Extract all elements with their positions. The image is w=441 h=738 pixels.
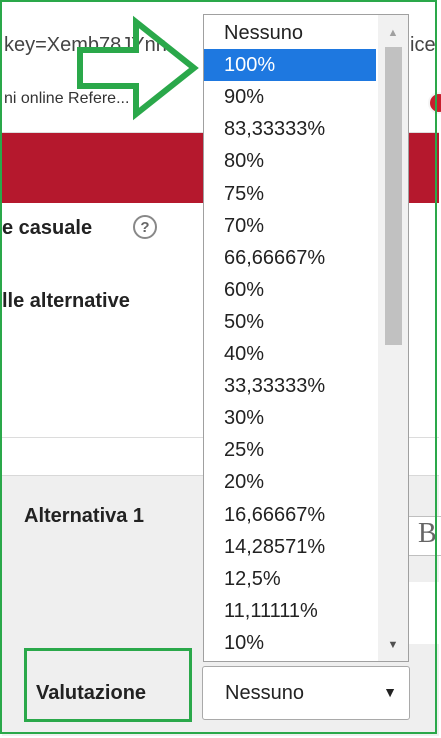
alternatives-label: lle alternative xyxy=(2,290,130,312)
dropdown-option[interactable]: 75% xyxy=(204,178,376,210)
help-icon[interactable]: ? xyxy=(133,215,157,239)
dropdown-option[interactable]: 83,33333% xyxy=(204,113,376,145)
dropdown-option[interactable]: 14,28571% xyxy=(204,531,376,563)
valutazione-label: Valutazione xyxy=(36,682,147,704)
dropdown-option[interactable]: 60% xyxy=(204,274,376,306)
dropdown-option[interactable]: 33,33333% xyxy=(204,370,376,402)
valutazione-select[interactable]: Nessuno ▼ xyxy=(202,666,410,720)
dropdown-option[interactable]: 50% xyxy=(204,306,376,338)
dropdown-option[interactable]: Nessuno xyxy=(204,17,376,49)
green-annotation-arrow-icon xyxy=(77,15,199,121)
scroll-up-icon[interactable]: ▲ xyxy=(378,23,408,43)
url-text-end: ice xyxy=(410,34,436,56)
dropdown-arrow-icon: ▼ xyxy=(383,684,397,700)
dropdown-option[interactable]: 25% xyxy=(204,434,376,466)
dropdown-option[interactable]: 20% xyxy=(204,466,376,498)
scrollbar-thumb[interactable] xyxy=(385,47,402,345)
scrollbar[interactable]: ▲ ▼ xyxy=(378,15,408,661)
dropdown-option[interactable]: 12,5% xyxy=(204,563,376,595)
bookmark-favicon-icon[interactable] xyxy=(428,92,441,114)
select-value: Nessuno xyxy=(225,682,304,704)
dropdown-option[interactable]: 90% xyxy=(204,81,376,113)
dropdown-option[interactable]: 100% xyxy=(204,49,376,82)
dropdown-option[interactable]: 80% xyxy=(204,145,376,177)
dropdown-option[interactable]: 10% xyxy=(204,627,376,659)
alternative-label: Alternativa 1 xyxy=(24,505,145,527)
dropdown-option[interactable]: 30% xyxy=(204,402,376,434)
dropdown-option[interactable]: 40% xyxy=(204,338,376,370)
bold-button[interactable]: B xyxy=(418,518,437,550)
dropdown-option[interactable]: 70% xyxy=(204,210,376,242)
random-order-label: e casuale xyxy=(2,217,93,239)
scroll-down-icon[interactable]: ▼ xyxy=(378,635,408,655)
valutazione-dropdown-list[interactable]: ▲ ▼ Nessuno 100% 90% 83,33333% 80% 75% 70% 66,6… xyxy=(203,14,409,662)
dropdown-option[interactable]: 66,66667% xyxy=(204,242,376,274)
dropdown-option[interactable]: 16,66667% xyxy=(204,499,376,531)
dropdown-option[interactable]: 11,11111% xyxy=(204,595,376,627)
editor-textarea[interactable] xyxy=(408,582,441,644)
